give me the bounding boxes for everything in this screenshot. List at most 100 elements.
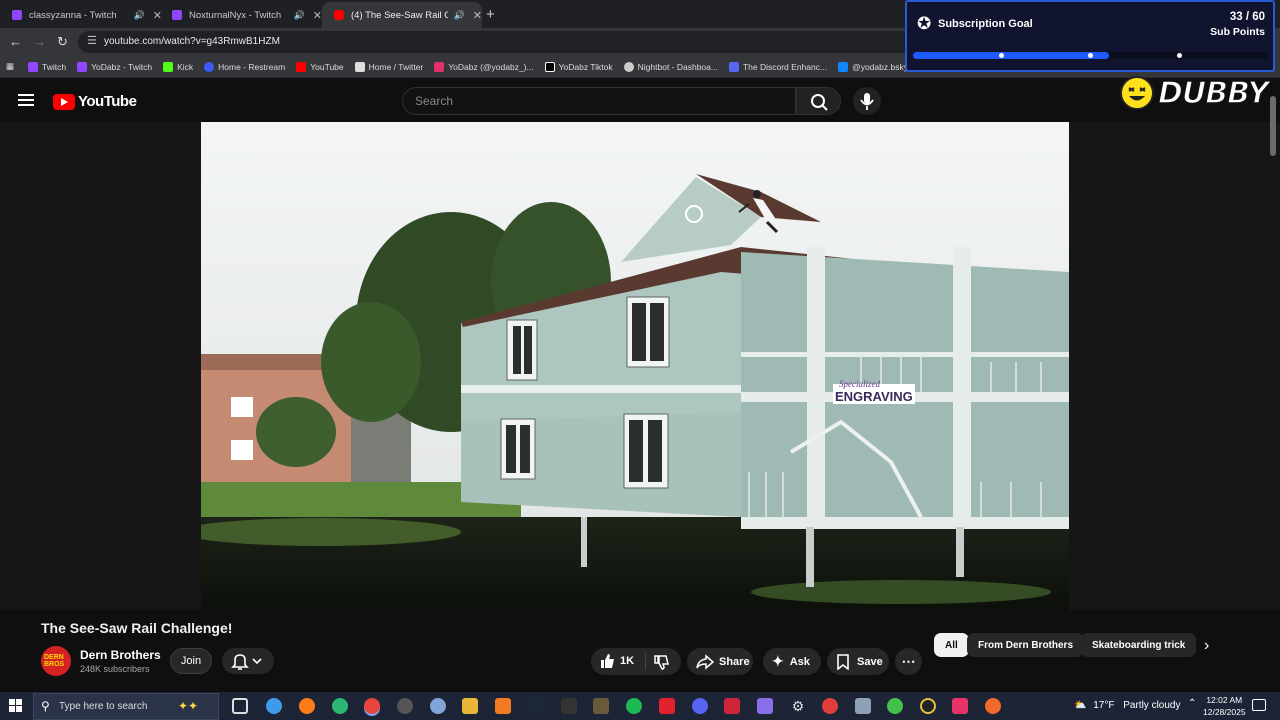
bookmark-item[interactable]: YoDabz (@yodabz_)... [434, 61, 534, 72]
kick-icon [163, 61, 174, 72]
bookmark-item[interactable]: YoDabz - Twitch [77, 61, 152, 72]
twitch-icon [172, 10, 182, 20]
speaker-icon[interactable]: 🔊 [454, 10, 465, 21]
app-icon[interactable] [920, 698, 936, 714]
chip-from-channel[interactable]: From Dern Brothers [967, 633, 1085, 657]
subscription-goal-widget: ✪ Subscription Goal 33 / 60 Sub Points [905, 0, 1275, 72]
discord-icon[interactable] [692, 698, 708, 714]
app-icon[interactable] [855, 698, 871, 714]
copilot-icon[interactable] [266, 698, 282, 714]
app-icon[interactable] [724, 698, 740, 714]
youtube-logo[interactable]: YouTube [53, 93, 137, 110]
site-info-icon[interactable]: ☰ [87, 34, 97, 47]
chevron-up-icon[interactable]: ⌃ [1188, 698, 1196, 709]
bookmark-label: Nightbot - Dashboa... [637, 61, 718, 72]
app-icon[interactable] [593, 698, 609, 714]
app-icon[interactable] [495, 698, 511, 714]
file-explorer-icon[interactable] [462, 698, 478, 714]
app-icon[interactable] [887, 698, 903, 714]
taskbar-search-box[interactable]: ⚲ ✦✦ [33, 693, 219, 720]
search-box[interactable] [402, 87, 796, 115]
channel-avatar[interactable]: DERN BROS [41, 646, 71, 676]
weather-widget[interactable]: ⛅ 17°F Partly cloudy [1074, 700, 1181, 711]
taskbar-search-input[interactable] [59, 701, 179, 712]
video-player[interactable]: Specialized ENGRAVING [201, 122, 1069, 610]
reload-icon[interactable]: ↻ [57, 34, 68, 50]
spotify-icon[interactable] [626, 698, 642, 714]
speaker-icon[interactable]: 🔊 [294, 10, 305, 21]
bookmark-label: Kick [177, 61, 194, 72]
scrollbar-thumb[interactable] [1270, 96, 1276, 156]
bookmark-icon [837, 653, 849, 670]
bookmark-item[interactable]: Kick [163, 61, 194, 72]
discord-icon [728, 61, 739, 72]
share-label: Share [719, 655, 750, 668]
restream-icon [204, 61, 215, 72]
close-tab-icon[interactable]: ✕ [473, 9, 482, 22]
bookmark-label: The Discord Enhanc... [742, 61, 828, 72]
chrome-icon[interactable] [364, 698, 380, 714]
firefox-icon[interactable] [299, 698, 315, 714]
app-icon[interactable] [985, 698, 1001, 714]
youtube-icon [334, 10, 344, 20]
search-input[interactable] [415, 94, 775, 108]
tab-title: (4) The See-Saw Rail Challe [351, 9, 448, 21]
channel-name[interactable]: Dern Brothers [80, 648, 161, 662]
windows-start-icon[interactable] [9, 699, 23, 713]
steam-icon[interactable] [528, 698, 544, 714]
join-button[interactable]: Join [170, 648, 212, 674]
browser-tab-active[interactable]: (4) The See-Saw Rail Challe 🔊 ✕ [322, 2, 482, 28]
voice-search-button[interactable] [853, 87, 881, 115]
like-button[interactable] [599, 653, 615, 672]
back-arrow-icon[interactable]: ← [9, 34, 22, 49]
bookmark-item[interactable]: YouTube [296, 61, 344, 72]
forward-arrow-icon[interactable]: → [33, 34, 46, 49]
settings-gear-icon[interactable]: ⚙ [790, 698, 806, 714]
notification-icon[interactable] [1252, 699, 1266, 711]
browser-tab[interactable]: NoxturnalNyx - Twitch 🔊 ✕ [160, 2, 322, 28]
ask-button[interactable]: ✦ Ask [763, 648, 821, 675]
page-scrollbar[interactable] [1270, 90, 1276, 690]
more-actions-button[interactable]: ⋯ [895, 648, 922, 675]
video-title: The See-Saw Rail Challenge! [41, 620, 233, 636]
app-icon[interactable] [822, 698, 838, 714]
apps-grid-icon[interactable]: ▦ [6, 61, 14, 72]
bookmark-item[interactable]: YoDabz Tiktok [544, 61, 613, 72]
address-bar[interactable]: ☰ youtube.com/watch?v=g43RmwB1HZM [78, 31, 918, 53]
app-icon[interactable] [659, 698, 675, 714]
new-tab-button[interactable]: + [486, 6, 495, 23]
subscribed-notifications-button[interactable] [222, 648, 274, 674]
bookmark-item[interactable]: Nightbot - Dashboa... [623, 61, 718, 72]
edge-icon[interactable] [332, 698, 348, 714]
bookmark-item[interactable]: Home / Twitter [354, 61, 423, 72]
save-button[interactable]: Save [827, 648, 889, 675]
search-highlight-icon: ✦✦ [178, 699, 199, 713]
divider [645, 653, 646, 670]
menu-icon[interactable] [18, 94, 34, 106]
bookmark-item[interactable]: Home - Restream [204, 61, 285, 72]
close-tab-icon[interactable]: ✕ [313, 9, 322, 22]
youtube-logo-text: YouTube [78, 93, 137, 110]
like-count: 1K [620, 655, 635, 667]
obs-icon[interactable] [397, 698, 413, 714]
speaker-icon[interactable]: 🔊 [134, 10, 145, 21]
bookmark-item[interactable]: The Discord Enhanc... [728, 61, 828, 72]
search-button[interactable] [796, 87, 841, 115]
tiktok-icon[interactable] [952, 698, 968, 714]
chevron-right-icon[interactable]: › [1204, 637, 1209, 655]
task-view-icon[interactable] [232, 698, 248, 714]
bookmark-item[interactable]: Twitch [28, 61, 67, 72]
search-icon: ⚲ [41, 699, 50, 713]
share-button[interactable]: Share [687, 648, 753, 675]
chip-skateboarding[interactable]: Skateboarding trick [1081, 633, 1197, 657]
app-icon[interactable] [757, 698, 773, 714]
chip-all[interactable]: All [934, 633, 969, 657]
bookmark-label: Twitch [42, 61, 67, 72]
dislike-button[interactable] [653, 654, 669, 673]
tab-title: NoxturnalNyx - Twitch [189, 9, 282, 21]
browser-tab[interactable]: classyzanna - Twitch 🔊 ✕ [0, 2, 162, 28]
app-icon[interactable] [430, 698, 446, 714]
url-text: youtube.com/watch?v=g43RmwB1HZM [104, 36, 280, 47]
epic-games-icon[interactable] [561, 698, 577, 714]
taskbar-clock[interactable]: 12:02 AM 12/28/2025 [1203, 694, 1246, 718]
